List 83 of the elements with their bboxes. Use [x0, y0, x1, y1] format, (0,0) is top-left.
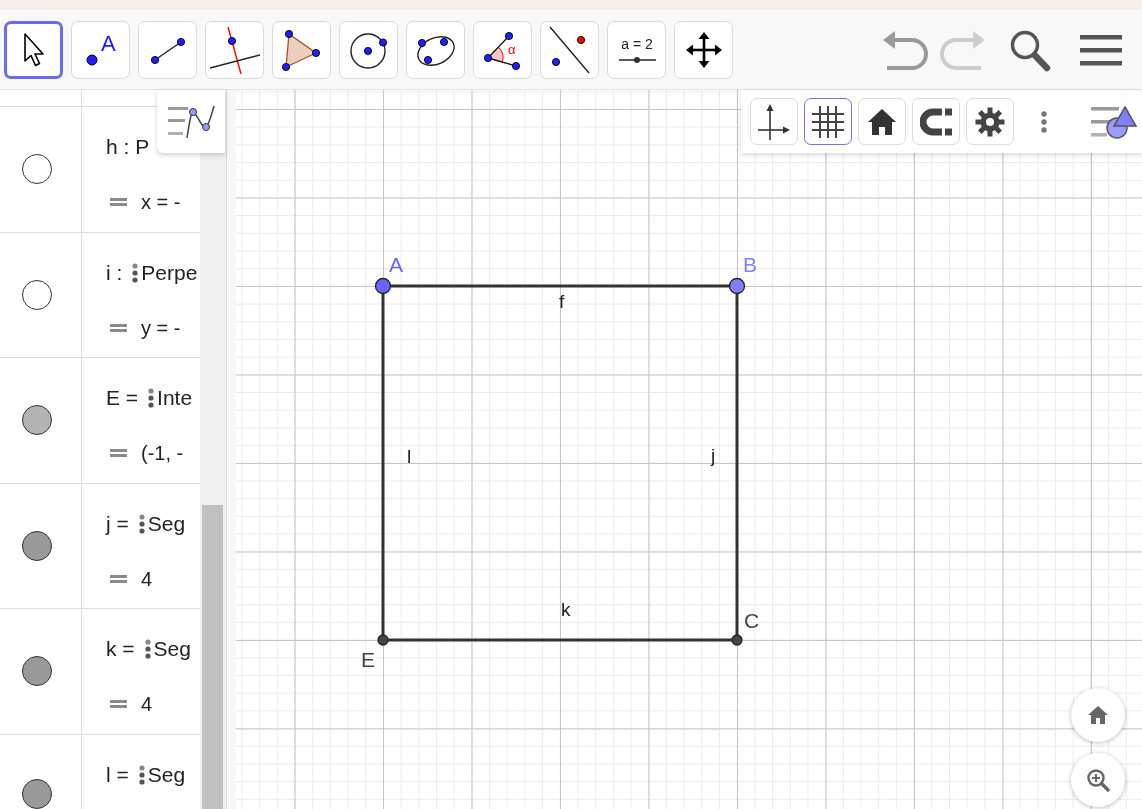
object-name: h :: [106, 135, 130, 159]
scrollbar-thumb[interactable]: [202, 505, 223, 809]
drag-handle-icon[interactable]: [138, 513, 145, 534]
move-arrows-icon: [685, 31, 722, 68]
output-equals-icon: [110, 449, 127, 458]
value-text: 4: [141, 566, 153, 591]
drag-handle-icon[interactable]: [148, 388, 155, 409]
line-and-points-icon: [548, 25, 590, 74]
definition-text: P: [135, 135, 150, 159]
visibility-toggle[interactable]: [22, 778, 52, 809]
segment-icon: [150, 37, 185, 64]
settings-button[interactable]: [966, 98, 1014, 145]
object-name: j =: [106, 511, 129, 536]
definition-text: Seg: [153, 637, 191, 662]
ellipse-icon: [416, 35, 455, 66]
segment[interactable]: [390, 284, 730, 288]
segment-label: f: [559, 291, 565, 312]
drag-handle-icon[interactable]: [144, 639, 151, 660]
magnet-icon: [920, 107, 952, 136]
grid-icon: [812, 105, 844, 138]
output-equals-icon: [110, 323, 127, 332]
output-equals-icon: [110, 574, 127, 583]
point-label: E: [361, 648, 375, 671]
segment-label: k: [561, 599, 571, 620]
home-button[interactable]: [858, 98, 906, 145]
segment-label: l: [407, 446, 412, 467]
visibility-toggle[interactable]: [22, 279, 52, 310]
definition-text: Seg: [147, 511, 186, 536]
zoom-in-icon: [1086, 768, 1110, 792]
definition-text: Perpe: [141, 260, 198, 285]
home-icon: [1087, 705, 1109, 725]
home-icon: [867, 107, 897, 136]
point[interactable]: [728, 277, 746, 295]
object-name: k =: [106, 637, 135, 662]
circle-icon: [349, 32, 387, 69]
object-name: l =: [106, 762, 129, 787]
definition-text: Seg: [147, 762, 186, 787]
triangle-icon: [281, 29, 320, 71]
segment[interactable]: [735, 293, 739, 635]
value-text: 4: [141, 692, 153, 717]
tool-button[interactable]: α: [473, 20, 532, 79]
value-text: y = -: [141, 315, 181, 340]
point-label: B: [743, 253, 757, 276]
point-icon: [86, 54, 97, 65]
drag-handle-icon[interactable]: [138, 764, 145, 785]
segment[interactable]: [388, 638, 732, 642]
value-text: (-1, -: [141, 441, 184, 466]
segment[interactable]: [381, 293, 385, 635]
slider-icon: [617, 56, 657, 63]
point[interactable]: [731, 634, 743, 646]
visibility-toggle[interactable]: [22, 405, 52, 436]
shapes-list-icon: [1089, 103, 1137, 140]
tool-button[interactable]: [4, 20, 63, 79]
perpendicular-lines-icon: [208, 25, 261, 75]
tool-button[interactable]: A: [71, 20, 130, 79]
angle-icon: [483, 31, 520, 70]
grid-button[interactable]: [804, 98, 852, 145]
visibility-toggle[interactable]: [22, 154, 52, 184]
more-icon: [1041, 110, 1047, 133]
point-label: A: [389, 253, 403, 276]
magnet-button[interactable]: [912, 98, 960, 145]
axes-icon: [758, 103, 790, 140]
home-view-button[interactable]: [1071, 688, 1125, 742]
point-label: C: [744, 609, 760, 632]
scrollbar-track[interactable]: [200, 90, 226, 809]
zoom-in-button[interactable]: [1071, 753, 1125, 807]
visibility-toggle[interactable]: [22, 530, 52, 561]
output-equals-icon: [110, 700, 127, 709]
visibility-toggle[interactable]: [22, 656, 52, 687]
settings-icon: [975, 106, 1005, 137]
value-text: x = -: [141, 190, 181, 214]
style-bar-toggle-button[interactable]: [157, 90, 225, 153]
object-name: i :: [106, 260, 123, 285]
segment-label: j: [711, 445, 716, 466]
point[interactable]: [377, 634, 389, 646]
definition-text: Inte: [157, 386, 193, 411]
drag-handle-icon[interactable]: [132, 262, 139, 283]
point[interactable]: [374, 277, 392, 295]
axes-button[interactable]: [750, 98, 798, 145]
output-equals-icon: [110, 198, 127, 206]
object-name: E =: [106, 386, 139, 411]
arrow-cursor-icon: [23, 32, 44, 66]
tool-button[interactable]: a = 2: [607, 20, 666, 79]
